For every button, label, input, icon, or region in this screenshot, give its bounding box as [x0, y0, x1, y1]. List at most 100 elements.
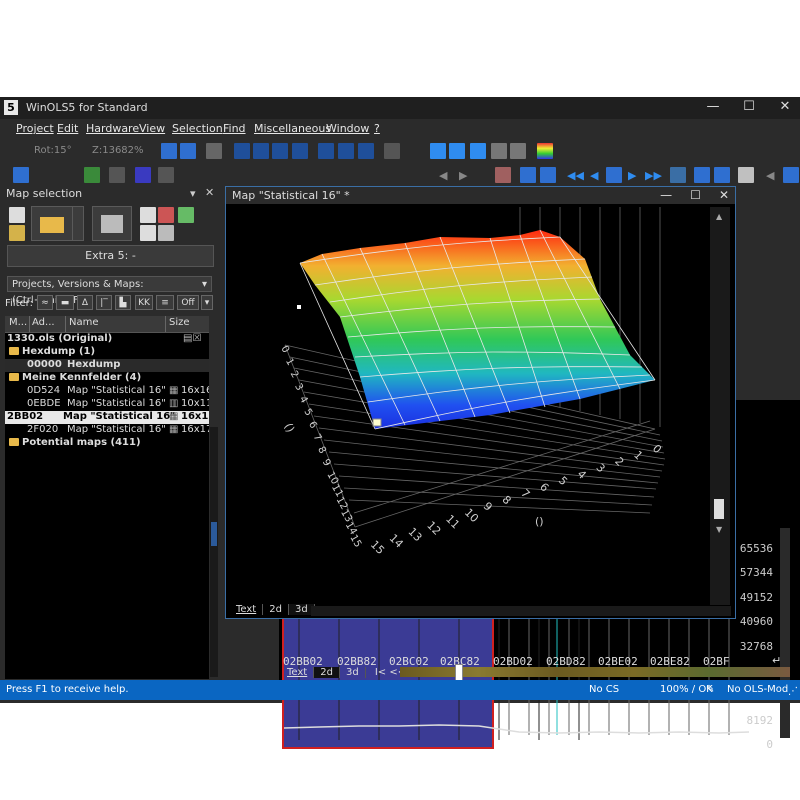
menu-find[interactable]: Find	[223, 122, 246, 135]
map-vertical-scrollbar[interactable]: ▲ ▼	[710, 207, 730, 605]
frame-icon[interactable]	[135, 167, 151, 183]
map-close-button[interactable]: ✕	[719, 188, 729, 202]
menu-selection[interactable]: Selection	[172, 122, 223, 135]
prev-icon[interactable]: ◀	[590, 169, 598, 182]
projects-versions-maps-combo[interactable]: Projects, Versions & Maps: (Ctrl+Shift+F…	[7, 276, 212, 306]
filter-lines-icon[interactable]: ≡	[156, 295, 174, 310]
menu-edit[interactable]: Edit	[57, 122, 78, 135]
decimal-icon[interactable]	[318, 143, 334, 159]
tab-text[interactable]: Text	[230, 604, 264, 615]
list-item-folder[interactable]: Potential maps (411)	[5, 437, 209, 450]
nav-left-icon[interactable]: ◀	[439, 169, 447, 182]
cursor-marker[interactable]	[372, 418, 382, 427]
resize-grip-icon[interactable]: ⋰	[788, 686, 798, 697]
pin-icon[interactable]: ▾	[190, 187, 196, 200]
filter-kk-icon[interactable]: KK	[135, 295, 153, 310]
compare-icon[interactable]	[491, 143, 507, 159]
bits-32-icon[interactable]	[272, 143, 288, 159]
doc-edit-icon[interactable]	[140, 225, 156, 241]
plus-one-icon[interactable]	[470, 143, 486, 159]
surface-3d-plot[interactable]: 15 14 13 12 11 10 9 8 7 6 5 4 3 2 1 0 15141312111098765…	[230, 207, 708, 593]
col-name[interactable]: Name	[69, 317, 99, 328]
menu-help[interactable]: ?	[374, 122, 380, 135]
filter-dropdown-icon[interactable]: ▾	[201, 295, 213, 310]
list-item-folder[interactable]: Meine Kennfelder (4)	[5, 372, 209, 385]
overview-thumb[interactable]	[455, 664, 463, 681]
hex-scrollbar[interactable]	[780, 528, 790, 738]
link-icon[interactable]	[510, 143, 526, 159]
panel-splitter[interactable]	[210, 427, 218, 677]
first-icon[interactable]: ◀◀	[567, 169, 584, 182]
col-size[interactable]: Size	[169, 317, 190, 328]
open-dropdown-button[interactable]	[72, 206, 84, 241]
import-folder-button[interactable]	[92, 206, 132, 241]
filter-bar-icon[interactable]: |‾	[96, 295, 112, 310]
return-icon[interactable]: ↵	[772, 654, 781, 667]
percent-icon[interactable]	[430, 143, 446, 159]
window-b-icon[interactable]	[540, 167, 556, 183]
minimize-button[interactable]: —	[706, 99, 720, 114]
save-icon[interactable]	[9, 225, 25, 241]
menu-miscellaneous[interactable]: Miscellaneous	[254, 122, 331, 135]
nav-right-icon[interactable]: ▶	[459, 169, 467, 182]
map-3d-plot-area[interactable]: 15 14 13 12 11 10 9 8 7 6 5 4 3 2 1 0 15 14 13 12 11 10 9 8 7 6 5…	[230, 207, 708, 593]
import-icon[interactable]	[84, 167, 100, 183]
panel-close-icon[interactable]: ✕	[205, 186, 214, 199]
list-item-selected[interactable]: 2BB02 Map "Statistical 16" ▦ 16x16	[5, 411, 209, 424]
last-icon[interactable]: ▶▶	[645, 169, 662, 182]
scroll-thumb[interactable]	[714, 499, 724, 519]
filter-off-button[interactable]: Off	[177, 295, 199, 310]
close-button[interactable]: ✕	[778, 99, 792, 114]
bits-16-icon[interactable]	[253, 143, 269, 159]
tab-text[interactable]: Text	[281, 667, 315, 678]
hilo-icon[interactable]	[384, 143, 400, 159]
winols-app-icon[interactable]: 5	[4, 100, 18, 115]
col-m[interactable]: M...	[9, 317, 27, 328]
view-icon[interactable]	[161, 143, 177, 159]
list-item-root[interactable]: 1330.ols (Original) ▤☒	[5, 333, 209, 346]
menu-hardware[interactable]: Hardware	[86, 122, 139, 135]
rotation-field[interactable]: Rot:15°	[34, 143, 72, 159]
tab-3d[interactable]: 3d	[340, 667, 366, 678]
menu-window[interactable]: Window	[326, 122, 369, 135]
filter-map-icon[interactable]: ▙	[115, 295, 131, 310]
document-icon[interactable]	[738, 167, 754, 183]
collapse-icon[interactable]: ▤☒	[183, 333, 201, 344]
zoom-field[interactable]: Z:13682%	[92, 143, 144, 159]
palette-icon[interactable]	[158, 207, 174, 223]
bits-8-icon[interactable]	[234, 143, 250, 159]
binary-icon[interactable]	[358, 143, 374, 159]
list-item[interactable]: 0D524 Map "Statistical 16" ▦ 16x16	[5, 385, 209, 398]
list-item[interactable]: 00000 Hexdump	[5, 359, 209, 372]
doc-list-icon[interactable]	[158, 225, 174, 241]
window-a-icon[interactable]	[520, 167, 536, 183]
delta-icon[interactable]	[449, 143, 465, 159]
list-view-icon[interactable]	[670, 167, 686, 183]
tab-2d[interactable]: 2d	[263, 604, 289, 615]
float-icon[interactable]	[292, 143, 308, 159]
menu-view[interactable]: View	[139, 122, 165, 135]
next-icon[interactable]: ▶	[628, 169, 636, 182]
grid-icon[interactable]	[206, 143, 222, 159]
menu-project[interactable]: Project	[16, 122, 54, 135]
col-address[interactable]: Ad...	[32, 317, 55, 328]
map-maximize-button[interactable]: ☐	[690, 188, 701, 202]
search-list-icon[interactable]	[694, 167, 710, 183]
open-folder-button[interactable]	[31, 206, 73, 241]
list-item[interactable]: 2F020 Map "Statistical 16" ▦ 16x17	[5, 424, 209, 437]
grid-blue-icon[interactable]	[606, 167, 622, 183]
hex-icon[interactable]	[338, 143, 354, 159]
tab-2d[interactable]: 2d	[314, 667, 340, 678]
filter-bits-icon[interactable]: ▬	[56, 295, 74, 310]
map-horizontal-scrollbar[interactable]	[311, 606, 731, 616]
tree-icon[interactable]	[13, 167, 29, 183]
filter-delta-icon[interactable]: Δ	[77, 295, 93, 310]
list-item-folder[interactable]: Hexdump (1)	[5, 346, 209, 359]
column-select-icon[interactable]	[109, 167, 125, 183]
map-minimize-button[interactable]: —	[660, 188, 672, 202]
new-project-icon[interactable]	[9, 207, 25, 223]
stamp-icon[interactable]	[495, 167, 511, 183]
list-item[interactable]: 0EBDE Map "Statistical 16" ▥ 10x11	[5, 398, 209, 411]
scroll-down-icon[interactable]: ▼	[716, 525, 722, 534]
bars-select-icon[interactable]	[158, 167, 174, 183]
